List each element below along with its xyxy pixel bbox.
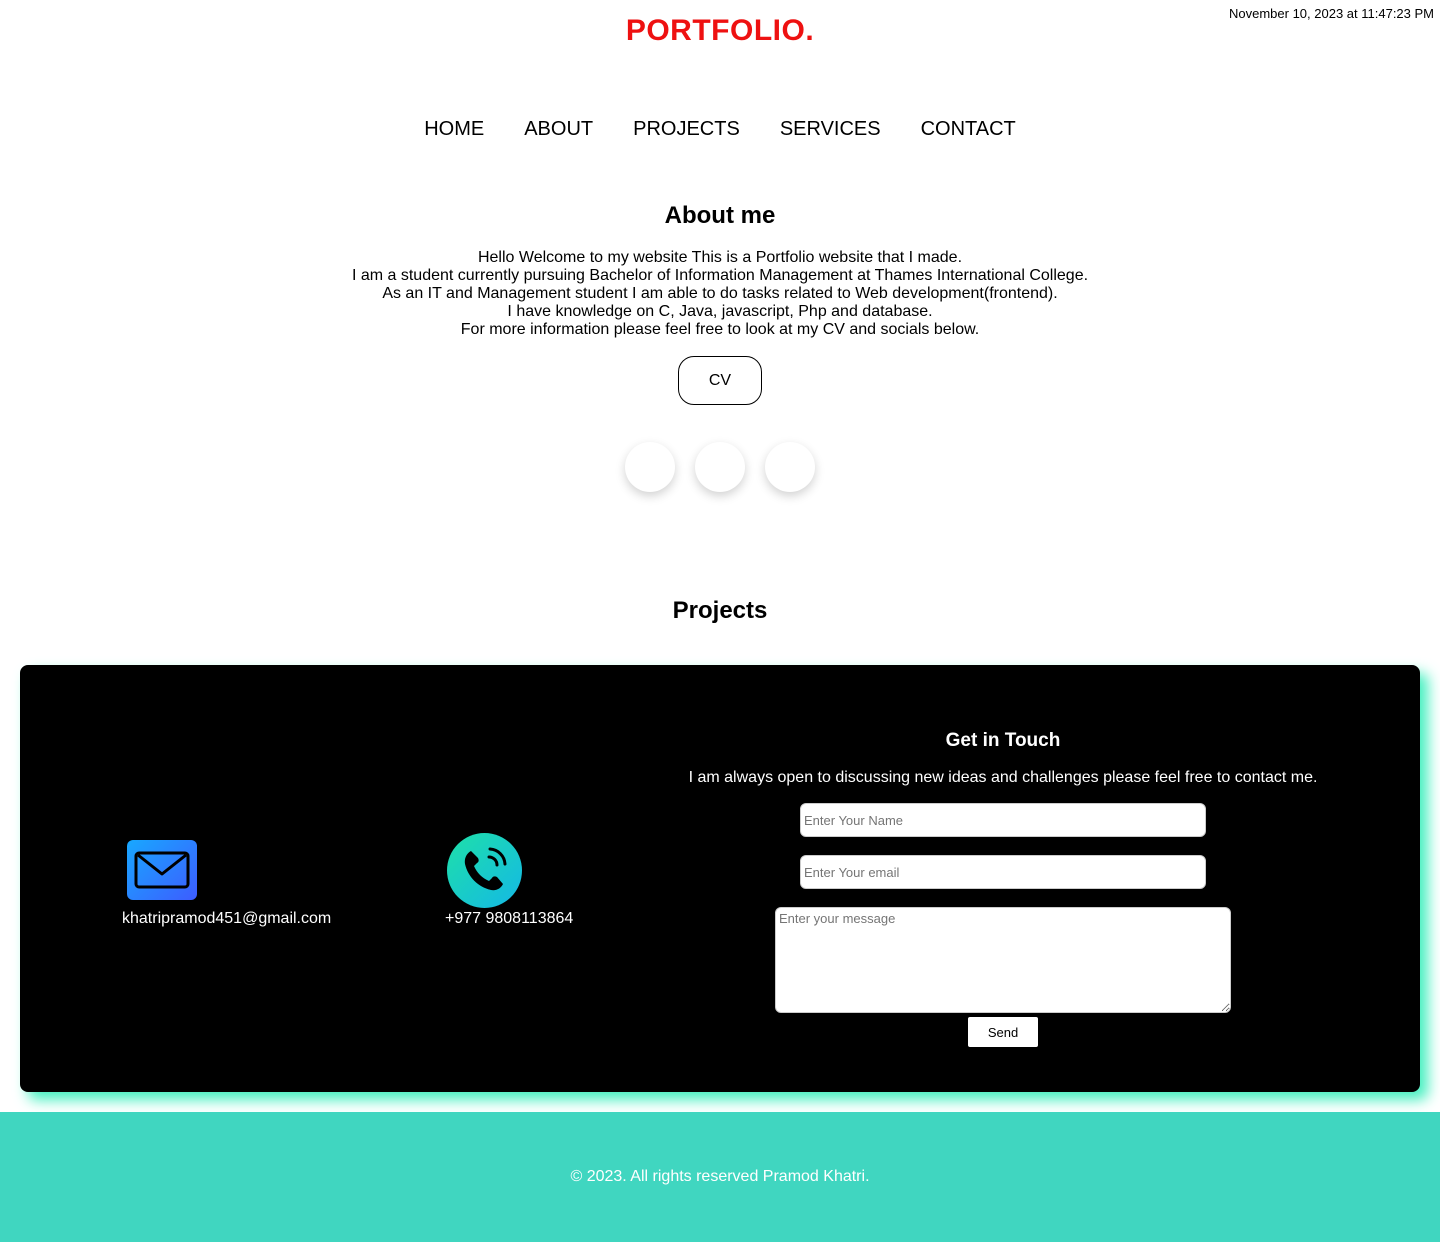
main-nav: HOME ABOUT PROJECTS SERVICES CONTACT	[0, 118, 1440, 141]
nav-services[interactable]: SERVICES	[780, 118, 881, 141]
social-icon-3[interactable]	[765, 442, 815, 492]
cv-button[interactable]: CV	[678, 356, 762, 405]
nav-home[interactable]: HOME	[424, 118, 484, 141]
get-in-touch-title: Get in Touch	[945, 730, 1061, 751]
nav-contact[interactable]: CONTACT	[921, 118, 1016, 141]
social-links	[625, 442, 815, 492]
email-input[interactable]	[800, 855, 1206, 889]
about-title: About me	[664, 202, 776, 229]
send-button[interactable]: Send	[968, 1017, 1038, 1047]
social-icon-2[interactable]	[695, 442, 745, 492]
about-line: For more information please feel free to…	[460, 321, 980, 338]
name-input[interactable]	[800, 803, 1206, 837]
contact-email[interactable]: khatripramod451@gmail.com	[122, 910, 331, 928]
mail-icon[interactable]	[127, 840, 197, 900]
nav-projects[interactable]: PROJECTS	[633, 118, 740, 141]
footer: © 2023. All rights reserved Pramod Khatr…	[0, 1112, 1440, 1242]
about-line: As an IT and Management student I am abl…	[382, 285, 1058, 302]
nav-about[interactable]: ABOUT	[524, 118, 593, 141]
footer-copyright: © 2023. All rights reserved Pramod Khatr…	[570, 1168, 870, 1185]
social-icon-1[interactable]	[625, 442, 675, 492]
contact-panel: khatripramod451@gmail.com +977 980811386…	[20, 665, 1420, 1092]
site-brand: PORTFOLIO.	[625, 14, 815, 47]
contact-phone[interactable]: +977 9808113864	[445, 910, 573, 928]
projects-title: Projects	[672, 597, 768, 624]
get-in-touch-text: I am always open to discussing new ideas…	[688, 769, 1318, 786]
about-line: I am a student currently pursuing Bachel…	[351, 267, 1089, 284]
message-input[interactable]	[775, 907, 1231, 1013]
phone-icon[interactable]	[447, 833, 522, 908]
about-line: I have knowledge on C, Java, javascript,…	[507, 303, 933, 320]
about-line: Hello Welcome to my website This is a Po…	[477, 249, 963, 266]
about-text: Hello Welcome to my website This is a Po…	[0, 249, 1440, 339]
